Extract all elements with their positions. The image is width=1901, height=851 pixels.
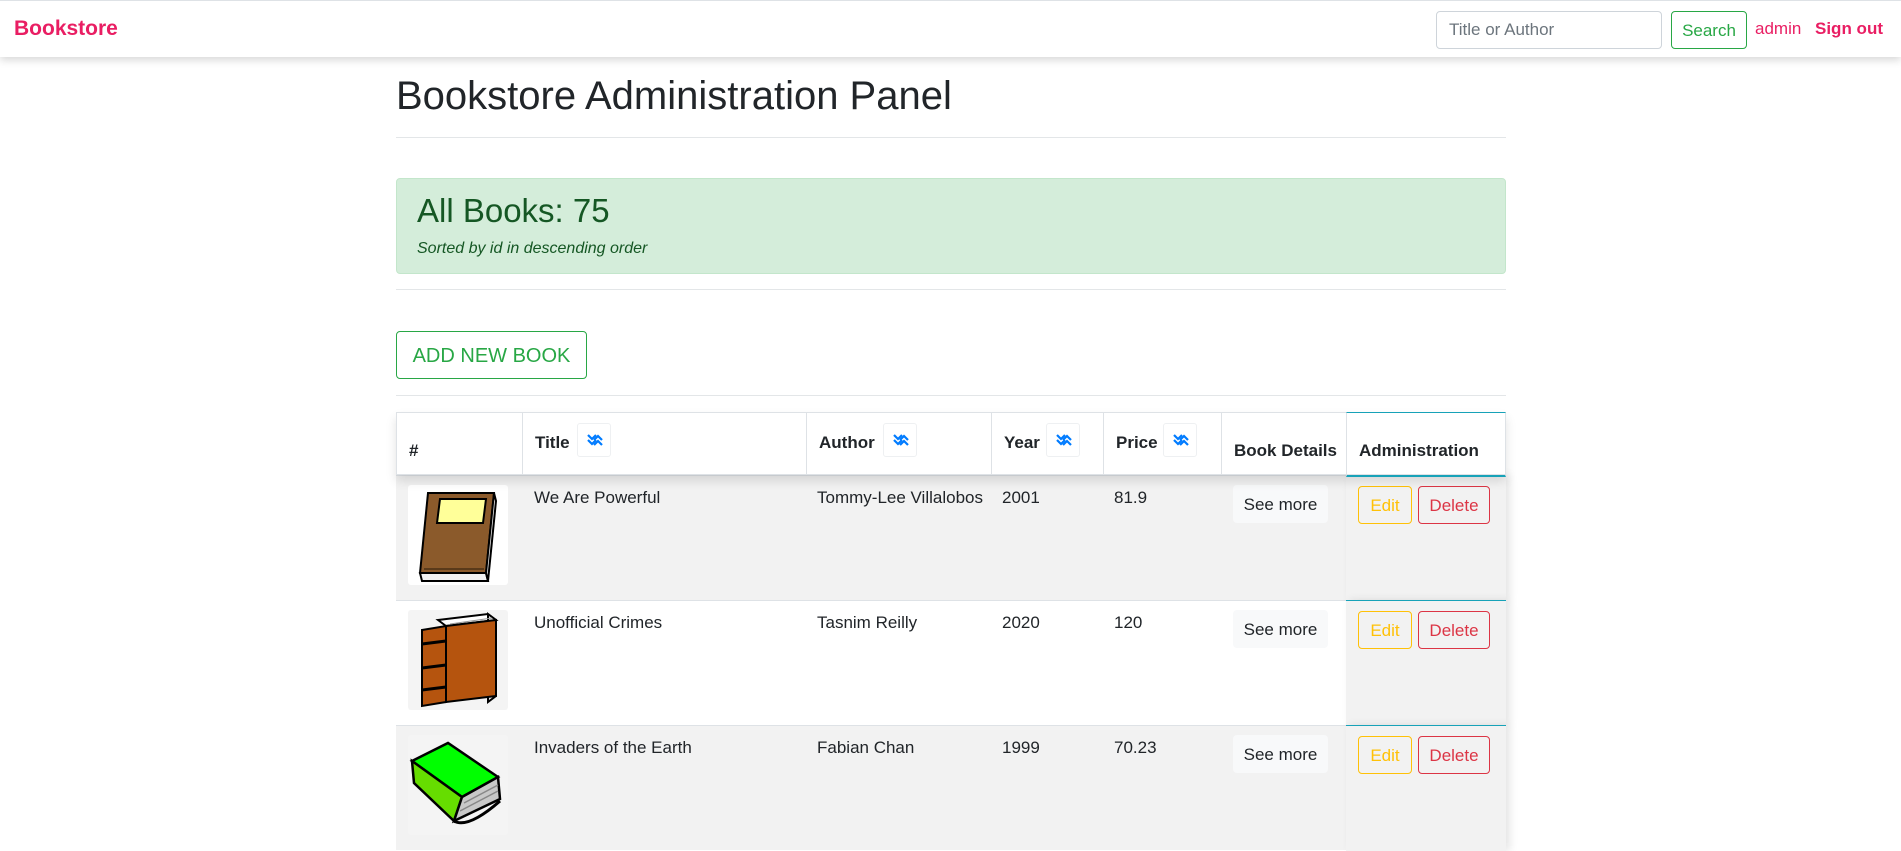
double-chevron-icon: [587, 434, 603, 446]
books-count-heading: All Books: 75: [417, 192, 610, 229]
edit-button[interactable]: Edit: [1358, 486, 1412, 524]
see-more-button[interactable]: See more: [1233, 485, 1328, 523]
divider: [396, 137, 1506, 138]
column-header-title: Title: [522, 413, 806, 475]
sign-out-link[interactable]: Sign out: [1815, 19, 1883, 39]
column-header-index: #: [396, 413, 522, 475]
sort-author-button[interactable]: [883, 423, 917, 457]
book-year: 1999: [1002, 738, 1040, 757]
book-title: Unofficial Crimes: [534, 613, 663, 632]
table-row: We Are Powerful Tommy-Lee Villalobos 200…: [396, 475, 1506, 601]
sort-year-button[interactable]: [1046, 423, 1080, 457]
user-link[interactable]: admin: [1755, 19, 1801, 39]
books-summary-alert: All Books: 75 Sorted by id in descending…: [396, 178, 1506, 274]
column-header-author: Author: [806, 413, 991, 475]
orange-hardcover-book-icon: [408, 610, 508, 710]
divider: [396, 289, 1506, 290]
column-label-details: Book Details: [1234, 441, 1337, 460]
admin-cell: Edit Delete: [1346, 475, 1506, 601]
sort-note: Sorted by id in descending order: [417, 240, 648, 257]
book-price: 81.9: [1114, 488, 1148, 507]
admin-cell: Edit Delete: [1346, 725, 1506, 851]
double-chevron-icon: [1056, 434, 1072, 446]
table-header: # Title Author Year Price Book Details A…: [396, 412, 1506, 477]
book-year: 2020: [1002, 613, 1040, 632]
delete-button[interactable]: Delete: [1418, 611, 1490, 649]
admin-cell: Edit Delete: [1346, 600, 1506, 726]
book-author: Tasnim Reilly: [817, 613, 918, 632]
see-more-button[interactable]: See more: [1233, 610, 1328, 648]
details-cell: See more: [1233, 476, 1333, 600]
sort-price-button[interactable]: [1163, 423, 1197, 457]
column-header-details: Book Details: [1221, 413, 1346, 475]
column-label-title: Title: [535, 433, 570, 452]
column-header-year: Year: [991, 413, 1103, 475]
book-author: Tommy-Lee Villalobos: [817, 488, 983, 507]
delete-button[interactable]: Delete: [1418, 486, 1490, 524]
book-author: Fabian Chan: [817, 738, 915, 757]
sort-title-button[interactable]: [577, 423, 611, 457]
column-header-price: Price: [1103, 413, 1221, 475]
column-label-index: #: [409, 441, 419, 460]
book-title: Invaders of the Earth: [534, 738, 692, 757]
search-input[interactable]: [1436, 11, 1662, 49]
search-button[interactable]: Search: [1671, 11, 1747, 49]
book-year: 2001: [1002, 488, 1040, 507]
table-row: Unofficial Crimes Tasnim Reilly 2020 120…: [396, 600, 1506, 726]
delete-button[interactable]: Delete: [1418, 736, 1490, 774]
column-label-author: Author: [819, 433, 875, 452]
brand-link[interactable]: Bookstore: [14, 17, 118, 41]
book-price: 120: [1114, 613, 1143, 632]
details-cell: See more: [1233, 726, 1333, 850]
page-title: Bookstore Administration Panel: [396, 74, 952, 118]
book-title: We Are Powerful: [534, 488, 661, 507]
details-cell: See more: [1233, 601, 1333, 725]
double-chevron-icon: [893, 434, 909, 446]
add-new-book-button[interactable]: ADD NEW BOOK: [396, 331, 587, 379]
divider: [396, 395, 1506, 396]
top-navbar: Bookstore Search admin Sign out: [0, 0, 1901, 57]
double-chevron-icon: [1173, 434, 1189, 446]
green-book-icon: [408, 735, 508, 835]
column-label-price: Price: [1116, 433, 1158, 452]
book-price: 70.23: [1114, 738, 1157, 757]
edit-button[interactable]: Edit: [1358, 736, 1412, 774]
column-label-year: Year: [1004, 433, 1040, 452]
edit-button[interactable]: Edit: [1358, 611, 1412, 649]
table-row: Invaders of the Earth Fabian Chan 1999 7…: [396, 725, 1506, 851]
brown-book-with-label-icon: [408, 485, 508, 585]
column-header-administration: Administration: [1346, 412, 1506, 477]
column-label-administration: Administration: [1359, 441, 1479, 460]
see-more-button[interactable]: See more: [1233, 735, 1328, 773]
